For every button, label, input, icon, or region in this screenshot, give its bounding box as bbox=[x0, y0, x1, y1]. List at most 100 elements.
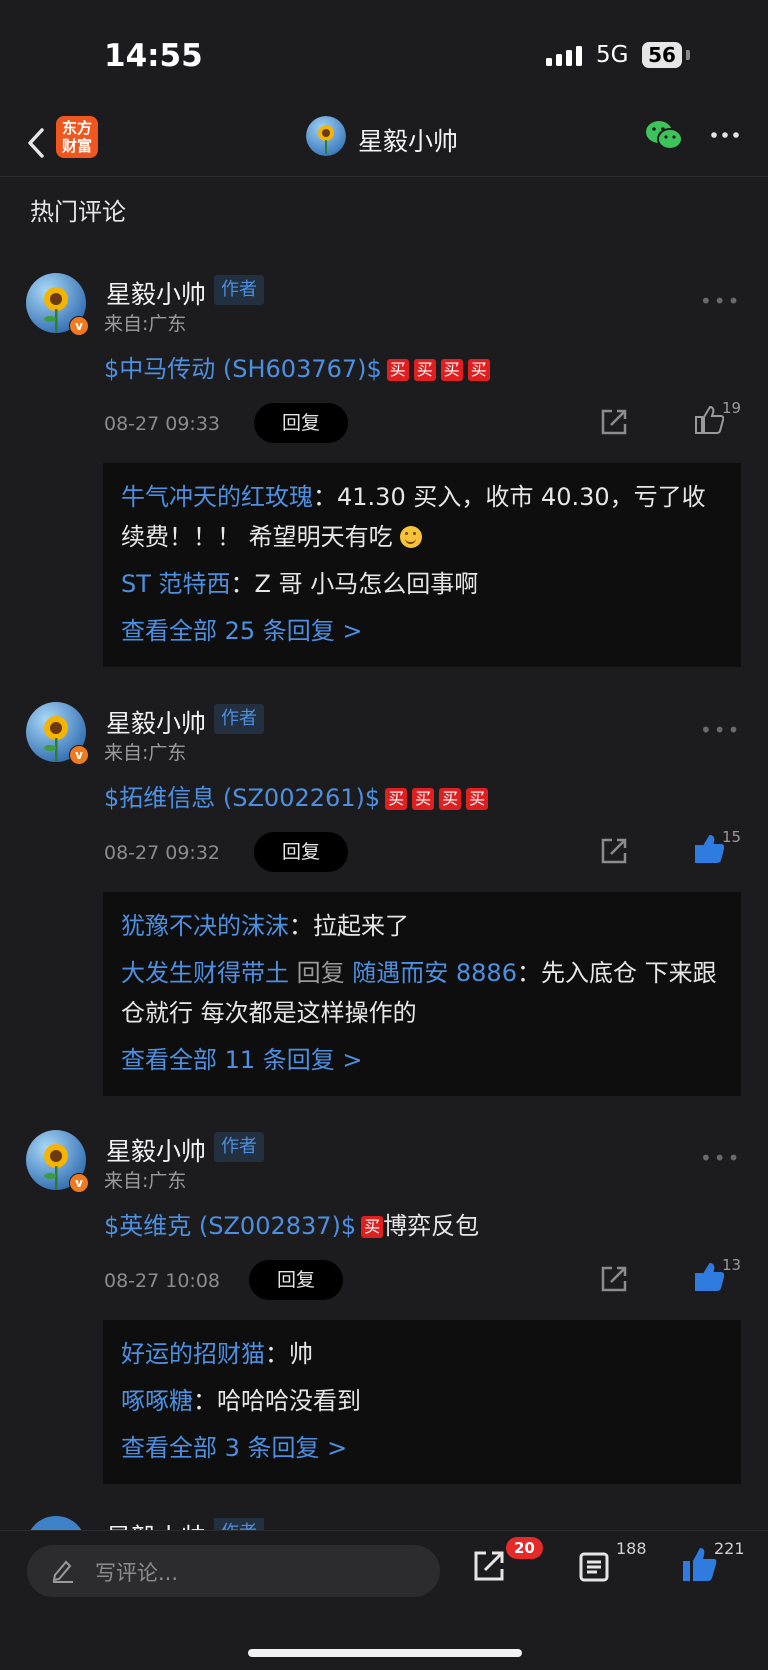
thumbs-up-icon[interactable] bbox=[694, 405, 724, 435]
comment-author[interactable]: 星毅小帅 bbox=[106, 275, 206, 311]
comment-content: $中马传动 (SH603767)$ 买买买买 bbox=[104, 349, 490, 384]
nav-avatar[interactable] bbox=[306, 116, 346, 156]
buy-emoji-icon: 买 bbox=[412, 788, 435, 810]
network-type: 5G bbox=[596, 42, 629, 68]
comment-text: 博弈反包 bbox=[383, 1212, 480, 1240]
replies-box: 好运的招财猫：帅 啄啄糖：哈哈哈没看到 查看全部 3 条回复 > bbox=[103, 1320, 741, 1484]
section-title: 热门评论 bbox=[30, 198, 126, 226]
like-count: 15 bbox=[722, 828, 742, 846]
reply-username[interactable]: 好运的招财猫 bbox=[121, 1340, 265, 1368]
reply-text: 拉起来了 bbox=[313, 912, 409, 940]
comment-location: 来自:广东 bbox=[104, 1170, 187, 1192]
like-icon[interactable] bbox=[680, 1545, 718, 1583]
comment-content: $英维克 (SZ002837)$ 买博弈反包 bbox=[104, 1206, 479, 1241]
reply-text: 帅 bbox=[289, 1340, 313, 1368]
view-all-replies-link[interactable]: 查看全部 3 条回复 > bbox=[121, 1428, 723, 1468]
stock-link[interactable]: $英维克 (SZ002837)$ bbox=[104, 1212, 356, 1240]
reply-colon: ： bbox=[230, 570, 255, 598]
smile-emoji-icon bbox=[400, 526, 423, 548]
reply-username[interactable]: 啄啄糖 bbox=[121, 1387, 193, 1415]
comment-list-icon[interactable] bbox=[578, 1551, 610, 1583]
reply-username[interactable]: 牛气冲天的红玫瑰 bbox=[121, 483, 313, 511]
author-tag: 作者 bbox=[214, 704, 264, 734]
comment-input[interactable]: 写评论... bbox=[27, 1545, 440, 1597]
comment-more-icon[interactable]: ••• bbox=[700, 289, 741, 313]
buy-emoji-icon: 买 bbox=[466, 788, 489, 810]
stock-link[interactable]: $中马传动 (SH603767)$ bbox=[104, 355, 382, 383]
stock-link[interactable]: $拓维信息 (SZ002261)$ bbox=[104, 784, 380, 812]
reply-colon: ： bbox=[516, 959, 541, 987]
reply-line[interactable]: 好运的招财猫：帅 bbox=[121, 1334, 723, 1374]
more-options-icon[interactable] bbox=[708, 120, 742, 150]
verified-badge-icon: v bbox=[69, 745, 89, 765]
verified-badge-icon: v bbox=[69, 316, 89, 336]
reply-line[interactable]: 啄啄糖：哈哈哈没看到 bbox=[121, 1381, 723, 1421]
nav-bar: 东方财富 星毅小帅 bbox=[0, 110, 768, 177]
reply-button[interactable]: 回复 bbox=[254, 403, 348, 443]
battery-icon: 56 bbox=[642, 42, 682, 68]
buy-emoji-icon: 买 bbox=[439, 788, 462, 810]
reply-colon: ： bbox=[193, 1387, 217, 1415]
reply-line[interactable]: ST 范特西：Z 哥 小马怎么回事啊 bbox=[121, 564, 723, 604]
comment-more-icon[interactable]: ••• bbox=[700, 718, 741, 742]
reply-target-username[interactable]: 随遇而安 8886 bbox=[352, 959, 517, 987]
like-count: 13 bbox=[722, 1256, 742, 1274]
reply-text: Z 哥 小马怎么回事啊 bbox=[254, 570, 479, 598]
signal-icon bbox=[546, 46, 582, 66]
reply-to-label: 回复 bbox=[289, 959, 353, 987]
reply-line[interactable]: 牛气冲天的红玫瑰：41.30 买入，收市 40.30，亏了收续费！！！ 希望明天… bbox=[121, 477, 723, 557]
reply-button[interactable]: 回复 bbox=[249, 1260, 343, 1300]
back-arrow-icon[interactable] bbox=[20, 118, 54, 168]
home-indicator bbox=[248, 1649, 522, 1657]
comment-content: $拓维信息 (SZ002261)$ 买买买买 bbox=[104, 778, 489, 813]
app-logo[interactable]: 东方财富 bbox=[56, 116, 98, 158]
wechat-share-icon[interactable] bbox=[645, 120, 683, 152]
share-icon[interactable] bbox=[600, 837, 628, 865]
comment-location: 来自:广东 bbox=[104, 742, 187, 764]
status-time: 14:55 bbox=[104, 38, 203, 74]
buy-emoji-icon: 买 bbox=[385, 788, 408, 810]
buy-emoji-icon: 买 bbox=[361, 1216, 384, 1238]
comment-date: 08-27 10:08 bbox=[104, 1270, 221, 1292]
comment-more-icon[interactable]: ••• bbox=[700, 1146, 741, 1170]
reply-line[interactable]: 犹豫不决的沫沫：拉起来了 bbox=[121, 906, 723, 946]
replies-box: 牛气冲天的红玫瑰：41.30 买入，收市 40.30，亏了收续费！！！ 希望明天… bbox=[103, 463, 741, 667]
buy-emoji-icon: 买 bbox=[386, 359, 409, 381]
share-icon[interactable] bbox=[600, 408, 628, 436]
nav-title: 星毅小帅 bbox=[358, 127, 459, 156]
buy-emoji-icon: 买 bbox=[467, 359, 490, 381]
reply-username[interactable]: 犹豫不决的沫沫 bbox=[121, 912, 289, 940]
verified-badge-icon: v bbox=[69, 1173, 89, 1193]
reply-line[interactable]: 大发生财得带土 回复 随遇而安 8886：先入底仓 下来跟仓就行 每次都是这样操… bbox=[121, 953, 723, 1033]
comment-count: 188 bbox=[616, 1539, 647, 1558]
reply-colon: ： bbox=[313, 483, 337, 511]
reply-button[interactable]: 回复 bbox=[254, 832, 348, 872]
buy-emoji-icon: 买 bbox=[440, 359, 463, 381]
comment-author[interactable]: 星毅小帅 bbox=[106, 1132, 206, 1168]
pen-icon bbox=[52, 1560, 73, 1583]
share-icon[interactable] bbox=[600, 1265, 628, 1293]
author-tag: 作者 bbox=[214, 1132, 264, 1162]
replies-box: 犹豫不决的沫沫：拉起来了 大发生财得带土 回复 随遇而安 8886：先入底仓 下来… bbox=[103, 892, 741, 1096]
reply-colon: ： bbox=[265, 1340, 289, 1368]
share-count-badge: 20 bbox=[506, 1537, 543, 1559]
thumbs-up-icon[interactable] bbox=[694, 1262, 724, 1292]
comment-date: 08-27 09:33 bbox=[104, 413, 221, 435]
comment-location: 来自:广东 bbox=[104, 313, 187, 335]
reply-username[interactable]: 大发生财得带土 bbox=[121, 959, 289, 987]
status-bar: 14:55 5G 56 bbox=[0, 0, 768, 110]
reply-username[interactable]: ST 范特西 bbox=[121, 570, 231, 598]
view-all-replies-link[interactable]: 查看全部 11 条回复 > bbox=[121, 1040, 723, 1080]
thumbs-up-icon[interactable] bbox=[694, 834, 724, 864]
author-tag: 作者 bbox=[214, 275, 264, 305]
buy-emoji-icon: 买 bbox=[413, 359, 436, 381]
next-comment-peek: 星毅小帅 作者 bbox=[0, 1510, 768, 1532]
comment-input-placeholder: 写评论... bbox=[95, 1561, 179, 1585]
battery-tip bbox=[686, 50, 690, 60]
share-icon[interactable] bbox=[472, 1549, 506, 1583]
reply-colon: ： bbox=[289, 912, 313, 940]
comment-date: 08-27 09:32 bbox=[104, 842, 221, 864]
comment-author[interactable]: 星毅小帅 bbox=[106, 704, 206, 740]
view-all-replies-link[interactable]: 查看全部 25 条回复 > bbox=[121, 611, 723, 651]
like-count: 19 bbox=[722, 399, 742, 417]
